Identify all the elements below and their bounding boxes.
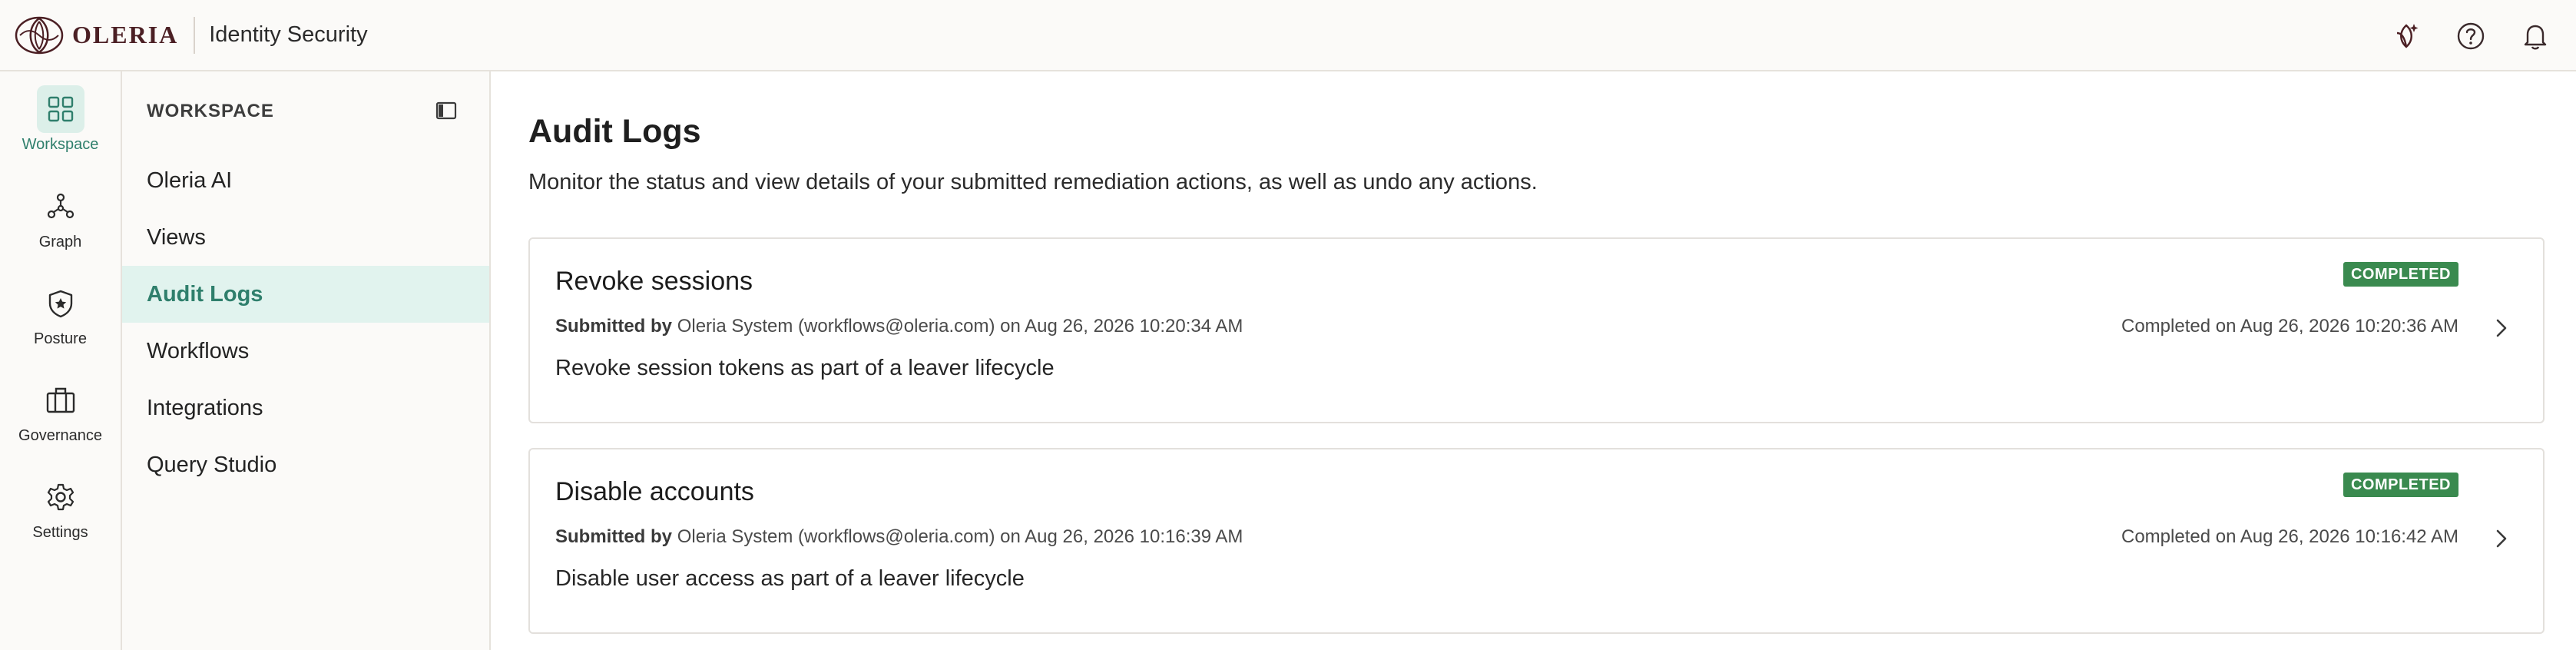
status-badge: COMPLETED (2343, 473, 2458, 497)
product-name: Identity Security (209, 22, 368, 47)
page-description: Monitor the status and view details of y… (528, 170, 1538, 194)
submitted-text: Oleria System (workflows@oleria.com) on … (677, 316, 1243, 337)
ai-assistant-icon[interactable] (2389, 18, 2424, 54)
card-title: Revoke sessions (555, 267, 753, 296)
workspace-sidebar: WORKSPACE Oleria AI Views Audit Logs Wor… (122, 71, 491, 650)
rail-item-settings[interactable]: Settings (0, 473, 121, 542)
grid-icon (36, 85, 84, 133)
completed-info: Completed on Aug 26, 2026 10:16:42 AM (2121, 526, 2458, 547)
rail-label: Workspace (22, 136, 99, 153)
rail-item-graph[interactable]: Graph (0, 183, 121, 251)
submitted-info: Submitted by Oleria System (workflows@ol… (555, 526, 1243, 548)
main-content: Audit Logs Monitor the status and view d… (492, 71, 2576, 650)
chevron-right-icon[interactable] (2489, 316, 2514, 340)
submitted-text: Oleria System (workflows@oleria.com) on … (677, 526, 1243, 547)
sidebar-item-query-studio[interactable]: Query Studio (122, 436, 489, 493)
shield-star-icon (37, 280, 84, 327)
rail-item-workspace[interactable]: Workspace (0, 85, 121, 154)
rail-item-governance[interactable]: Governance (0, 376, 121, 445)
card-description: Revoke session tokens as part of a leave… (555, 356, 1055, 380)
rail-label: Governance (18, 427, 102, 444)
help-icon[interactable] (2453, 18, 2488, 54)
status-badge: COMPLETED (2343, 262, 2458, 287)
sidebar-item-views[interactable]: Views (122, 209, 489, 266)
sidebar-collapse-icon[interactable] (435, 99, 458, 122)
brand[interactable]: OLERIA Identity Security (14, 15, 368, 55)
gear-icon (37, 473, 84, 521)
page-title: Audit Logs (528, 113, 701, 150)
briefcase-icon (37, 376, 84, 424)
primary-nav-rail: Workspace Graph Posture Governance Setti… (0, 71, 122, 650)
submitted-label: Submitted by (555, 526, 673, 547)
completed-info: Completed on Aug 26, 2026 10:20:36 AM (2121, 316, 2458, 337)
rail-label: Graph (38, 234, 82, 250)
sidebar-item-integrations[interactable]: Integrations (122, 380, 489, 436)
audit-log-card[interactable]: Disable accounts COMPLETED Submitted by … (528, 448, 2545, 634)
brand-divider (194, 16, 196, 54)
oleria-logo-icon (14, 15, 65, 55)
card-description: Disable user access as part of a leaver … (555, 566, 1025, 591)
submitted-label: Submitted by (555, 316, 673, 337)
sidebar-item-audit-logs[interactable]: Audit Logs (122, 266, 489, 323)
card-title: Disable accounts (555, 477, 754, 506)
rail-label: Settings (32, 524, 88, 541)
graph-nodes-icon (37, 183, 84, 230)
chevron-right-icon[interactable] (2489, 526, 2514, 551)
sidebar-item-workflows[interactable]: Workflows (122, 323, 489, 380)
rail-item-posture[interactable]: Posture (0, 280, 121, 348)
brand-name: OLERIA (72, 21, 179, 48)
rail-label: Posture (34, 330, 87, 347)
sidebar-heading: WORKSPACE (147, 101, 274, 121)
top-bar: OLERIA Identity Security (0, 0, 2576, 71)
submitted-info: Submitted by Oleria System (workflows@ol… (555, 316, 1243, 337)
bell-icon[interactable] (2518, 18, 2553, 54)
top-actions (2389, 0, 2553, 71)
audit-log-card[interactable]: Revoke sessions COMPLETED Submitted by O… (528, 237, 2545, 423)
sidebar-item-oleria-ai[interactable]: Oleria AI (122, 152, 489, 209)
